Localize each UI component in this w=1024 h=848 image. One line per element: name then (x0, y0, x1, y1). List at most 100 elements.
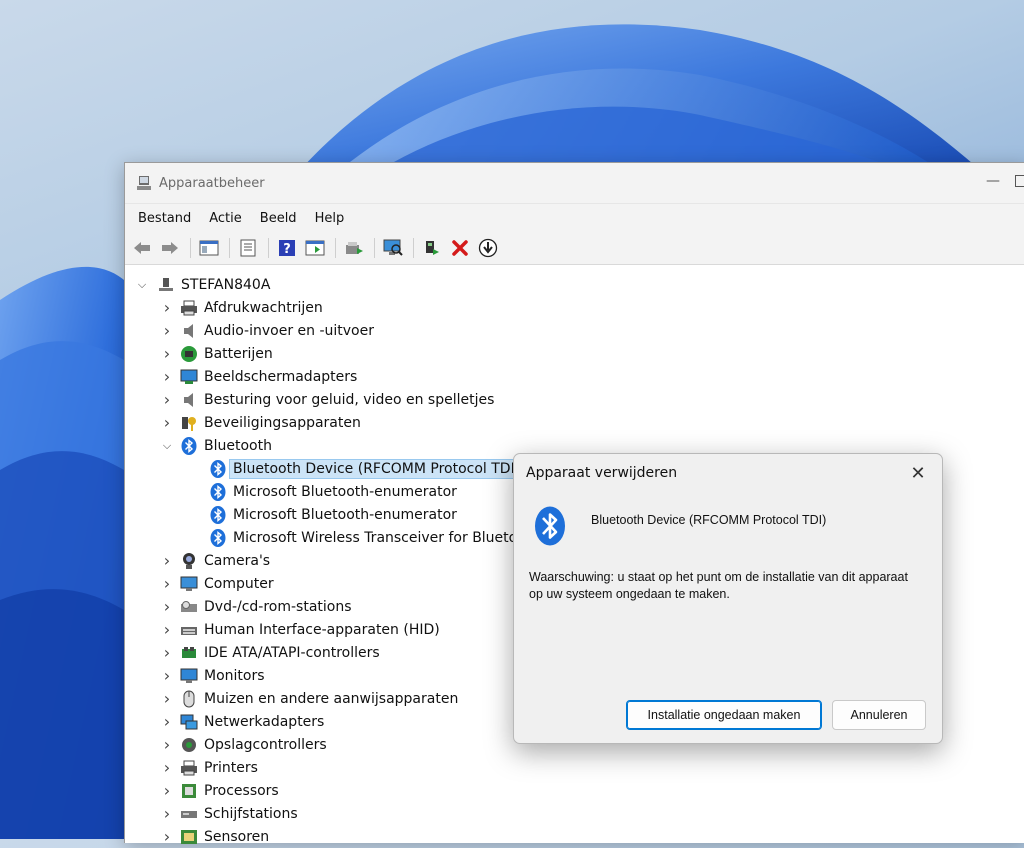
hid-icon (180, 621, 198, 639)
maximize-button[interactable] (1015, 163, 1024, 199)
show-hide-console-tree-button[interactable] (196, 236, 222, 260)
update-driver-button[interactable] (341, 236, 367, 260)
tree-category-before-5[interactable]: › Beveiligingsapparaten (160, 411, 361, 434)
menu-actie[interactable]: Actie (202, 211, 249, 226)
back-arrow-icon (134, 242, 150, 254)
monitor-icon (180, 667, 198, 685)
battery-icon (180, 345, 198, 363)
chevron-right-icon[interactable]: › (160, 597, 174, 616)
dialog-title: Apparaat verwijderen (526, 465, 678, 481)
chevron-right-icon[interactable]: › (160, 367, 174, 386)
tree-category-after-12[interactable]: › Sensoren (160, 825, 269, 848)
action-pane-button[interactable] (302, 236, 328, 260)
minimize-button[interactable]: — (971, 163, 1015, 199)
chevron-right-icon[interactable]: › (160, 827, 174, 846)
chevron-right-icon[interactable]: › (160, 666, 174, 685)
storage-controller-icon (180, 736, 198, 754)
bluetooth-device-row[interactable]: Bluetooth Device (RFCOMM Protocol TDI) (203, 457, 525, 480)
scan-hardware-button[interactable] (380, 236, 406, 260)
download-driver-button[interactable] (475, 236, 501, 260)
chevron-right-icon[interactable]: › (160, 390, 174, 409)
bluetooth-icon (535, 506, 565, 546)
tree-category-before-6[interactable]: ⌵ Bluetooth (160, 434, 272, 457)
tree-category-label: Beveiligingsapparaten (204, 414, 361, 431)
tree-category-after-4[interactable]: › IDE ATA/ATAPI-controllers (160, 641, 380, 664)
chevron-right-icon[interactable]: › (160, 344, 174, 363)
chevron-right-icon[interactable]: › (160, 735, 174, 754)
chevron-right-icon[interactable]: › (160, 689, 174, 708)
tree-category-after-9[interactable]: › Printers (160, 756, 258, 779)
tree-category-after-0[interactable]: › Camera's (160, 549, 270, 572)
tree-category-label: Beeldschermadapters (204, 368, 358, 385)
enable-device-icon (426, 241, 439, 255)
chevron-right-icon[interactable]: › (160, 804, 174, 823)
menu-beeld[interactable]: Beeld (253, 211, 304, 226)
chevron-right-icon[interactable]: › (160, 551, 174, 570)
chevron-right-icon[interactable]: › (160, 620, 174, 639)
bluetooth-icon (209, 482, 227, 501)
chevron-right-icon[interactable]: › (160, 298, 174, 317)
chevron-right-icon[interactable]: › (160, 413, 174, 432)
back-button[interactable] (129, 236, 155, 260)
tree-category-before-2[interactable]: › Batterijen (160, 342, 273, 365)
properties-button[interactable] (235, 236, 261, 260)
tree-category-label: Processors (204, 782, 279, 799)
chevron-right-icon[interactable]: › (160, 321, 174, 340)
chevron-right-icon[interactable]: › (160, 758, 174, 777)
menu-bestand[interactable]: Bestand (131, 211, 198, 226)
tree-category-label: Schijfstations (204, 805, 298, 822)
cancel-button[interactable]: Annuleren (832, 700, 926, 730)
help-button[interactable]: ? (274, 236, 300, 260)
tree-category-after-10[interactable]: › Processors (160, 779, 279, 802)
computer-icon (180, 575, 198, 593)
speaker-icon (180, 322, 198, 340)
mouse-icon (180, 690, 198, 708)
tree-category-after-5[interactable]: › Monitors (160, 664, 265, 687)
tree-category-label: Human Interface-apparaten (HID) (204, 621, 440, 638)
tree-category-after-2[interactable]: › Dvd-/cd-rom-stations (160, 595, 352, 618)
dialog-device-name: Bluetooth Device (RFCOMM Protocol TDI) (591, 513, 827, 527)
bluetooth-enumerator-row[interactable]: Microsoft Bluetooth-enumerator (203, 503, 457, 526)
show-hide-console-tree-icon (199, 240, 219, 256)
chevron-right-icon[interactable]: › (160, 574, 174, 593)
chevron-right-icon[interactable]: › (160, 712, 174, 731)
tree-category-before-3[interactable]: › Beeldschermadapters (160, 365, 358, 388)
scan-hardware-changes-icon (383, 239, 403, 256)
chevron-right-icon[interactable]: › (160, 781, 174, 800)
bluetooth-icon (209, 459, 227, 478)
tree-category-after-1[interactable]: › Computer (160, 572, 274, 595)
toolbar-separator (374, 238, 375, 258)
tree-root[interactable]: ⌵ STEFAN840A (135, 273, 271, 296)
bluetooth-icon (180, 436, 198, 455)
tree-category-before-1[interactable]: › Audio-invoer en -uitvoer (160, 319, 374, 342)
close-icon[interactable]: ✕ (904, 460, 932, 486)
tree-category-label: Monitors (204, 667, 265, 684)
wireless-transceiver-row[interactable]: Microsoft Wireless Transceiver for Bluet… (203, 526, 540, 549)
tree-category-label: Printers (204, 759, 258, 776)
enable-device-button[interactable] (419, 236, 445, 260)
update-driver-icon (346, 242, 363, 254)
uninstall-device-button[interactable] (447, 236, 473, 260)
tree-category-after-7[interactable]: › Netwerkadapters (160, 710, 325, 733)
tree-category-label: Afdrukwachtrijen (204, 299, 323, 316)
chevron-right-icon[interactable]: › (160, 643, 174, 662)
chevron-down-icon[interactable]: ⌵ (135, 278, 149, 292)
minimize-icon: — (986, 173, 1000, 189)
forward-button[interactable] (157, 236, 183, 260)
tree-category-after-11[interactable]: › Schijfstations (160, 802, 298, 825)
bluetooth-enumerator-label: Microsoft Bluetooth-enumerator (233, 483, 457, 500)
bluetooth-enumerator-row[interactable]: Microsoft Bluetooth-enumerator (203, 480, 457, 503)
chevron-down-icon[interactable]: ⌵ (160, 439, 174, 453)
tree-category-after-3[interactable]: › Human Interface-apparaten (HID) (160, 618, 440, 641)
display-adapter-icon (180, 368, 198, 386)
tree-category-after-8[interactable]: › Opslagcontrollers (160, 733, 327, 756)
menu-help[interactable]: Help (308, 211, 352, 226)
tree-category-after-6[interactable]: › Muizen en andere aanwijsapparaten (160, 687, 459, 710)
download-driver-icon (478, 238, 498, 258)
help-icon: ? (279, 240, 295, 257)
toolbar-separator (268, 238, 269, 258)
confirm-uninstall-button[interactable]: Installatie ongedaan maken (626, 700, 822, 730)
tree-category-before-4[interactable]: › Besturing voor geluid, video en spellet… (160, 388, 495, 411)
properties-sheet-icon (240, 239, 256, 257)
tree-category-before-0[interactable]: › Afdrukwachtrijen (160, 296, 323, 319)
